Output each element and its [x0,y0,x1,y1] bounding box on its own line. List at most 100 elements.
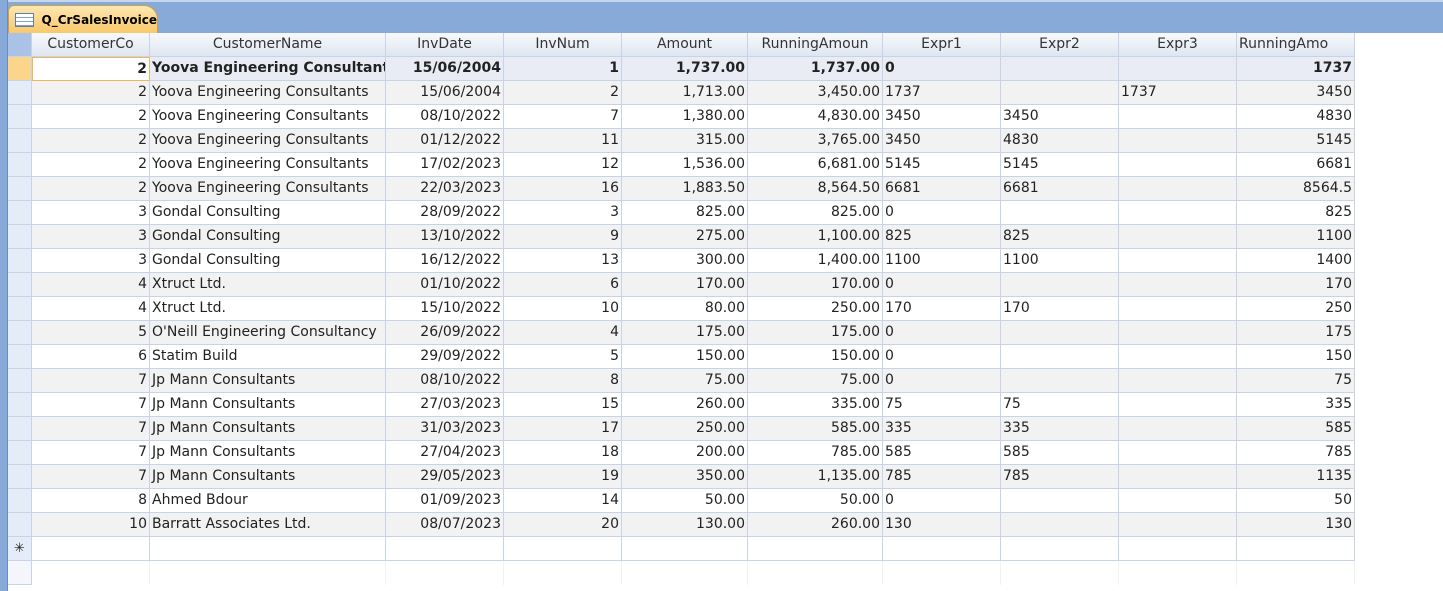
column-header-customer-name[interactable]: CustomerName [150,33,386,57]
cell-amount[interactable]: 350.00 [622,465,748,489]
cell-customer-code[interactable]: 4 [32,273,150,297]
cell-expr3[interactable] [1119,537,1237,561]
cell-running-amount[interactable]: 150.00 [748,345,883,369]
cell-customer-name[interactable]: Yoova Engineering Consultants [150,57,386,81]
cell-inv-date[interactable]: 08/10/2022 [386,369,504,393]
cell-customer-code[interactable]: 7 [32,393,150,417]
cell-customer-name[interactable]: Xtruct Ltd. [150,273,386,297]
cell-expr1[interactable]: 6681 [883,177,1001,201]
cell-customer-code[interactable]: 3 [32,225,150,249]
cell-customer-name[interactable]: Jp Mann Consultants [150,441,386,465]
cell-running-amount[interactable]: 1,737.00 [748,57,883,81]
cell-customer-name[interactable]: Jp Mann Consultants [150,393,386,417]
cell-inv-date[interactable]: 26/09/2022 [386,321,504,345]
column-header-running-amo[interactable]: RunningAmo [1237,33,1355,57]
cell-expr1[interactable]: 0 [883,57,1001,81]
cell-expr2[interactable] [1001,201,1119,225]
record-selector[interactable] [8,153,32,177]
cell-expr3[interactable] [1119,369,1237,393]
cell-inv-num[interactable]: 1 [504,57,622,81]
cell-customer-code[interactable]: 3 [32,201,150,225]
record-selector[interactable] [8,57,32,81]
cell-expr1[interactable]: 130 [883,513,1001,537]
cell-customer-code[interactable]: 2 [32,177,150,201]
cell-running-amo[interactable]: 4830 [1237,105,1355,129]
cell-expr2[interactable] [1001,369,1119,393]
cell-expr2[interactable] [1001,345,1119,369]
cell-customer-code[interactable]: 5 [32,321,150,345]
record-selector[interactable] [8,441,32,465]
cell-expr3[interactable] [1119,489,1237,513]
cell-customer-code[interactable]: 7 [32,441,150,465]
cell-customer-name[interactable]: Gondal Consulting [150,225,386,249]
cell-expr3[interactable] [1119,345,1237,369]
column-header-inv-num[interactable]: InvNum [504,33,622,57]
cell-expr2[interactable] [1001,81,1119,105]
cell-customer-name[interactable]: Yoova Engineering Consultants [150,153,386,177]
column-header-amount[interactable]: Amount [622,33,748,57]
cell-inv-date[interactable]: 29/09/2022 [386,345,504,369]
cell-customer-code[interactable]: 2 [32,81,150,105]
cell-amount[interactable]: 1,737.00 [622,57,748,81]
cell-expr2[interactable]: 1100 [1001,249,1119,273]
cell-inv-num[interactable]: 8 [504,369,622,393]
cell-running-amount[interactable]: 1,400.00 [748,249,883,273]
cell-amount[interactable]: 200.00 [622,441,748,465]
cell-inv-date[interactable]: 15/06/2004 [386,57,504,81]
cell-running-amo[interactable]: 6681 [1237,153,1355,177]
cell-customer-name[interactable]: Yoova Engineering Consultants [150,177,386,201]
cell-customer-code[interactable]: 8 [32,489,150,513]
cell-customer-code[interactable]: 6 [32,345,150,369]
column-header-expr3[interactable]: Expr3 [1119,33,1237,57]
cell-customer-code[interactable]: 2 [32,153,150,177]
cell-customer-code[interactable]: 3 [32,249,150,273]
cell-expr1[interactable]: 785 [883,465,1001,489]
cell-expr1[interactable]: 3450 [883,105,1001,129]
cell-running-amount[interactable]: 250.00 [748,297,883,321]
new-record-selector[interactable]: ✳ [8,537,32,561]
cell-expr3[interactable]: 1737 [1119,81,1237,105]
cell-expr2[interactable]: 3450 [1001,105,1119,129]
cell-running-amo[interactable]: 3450 [1237,81,1355,105]
cell-customer-name[interactable]: Barratt Associates Ltd. [150,513,386,537]
cell-expr2[interactable]: 4830 [1001,129,1119,153]
cell-expr3[interactable] [1119,225,1237,249]
cell-expr1[interactable]: 0 [883,273,1001,297]
cell-customer-code[interactable]: 2 [32,57,150,81]
cell-amount[interactable]: 315.00 [622,129,748,153]
cell-customer-code[interactable]: 2 [32,129,150,153]
cell-amount[interactable]: 1,536.00 [622,153,748,177]
cell-expr3[interactable] [1119,273,1237,297]
cell-inv-date[interactable]: 28/09/2022 [386,201,504,225]
cell-amount[interactable]: 130.00 [622,513,748,537]
cell-expr2[interactable] [1001,321,1119,345]
cell-running-amo[interactable]: 250 [1237,297,1355,321]
cell-expr3[interactable] [1119,297,1237,321]
cell-expr1[interactable]: 0 [883,345,1001,369]
cell-expr1[interactable] [883,537,1001,561]
record-selector[interactable] [8,273,32,297]
cell-expr1[interactable]: 1737 [883,81,1001,105]
cell-amount[interactable]: 150.00 [622,345,748,369]
cell-customer-name[interactable]: Yoova Engineering Consultants [150,129,386,153]
cell-expr2[interactable]: 585 [1001,441,1119,465]
cell-expr3[interactable] [1119,177,1237,201]
cell-amount[interactable]: 300.00 [622,249,748,273]
cell-running-amount[interactable]: 4,830.00 [748,105,883,129]
cell-running-amount[interactable]: 3,765.00 [748,129,883,153]
cell-running-amount[interactable]: 175.00 [748,321,883,345]
cell-customer-name[interactable]: Jp Mann Consultants [150,417,386,441]
cell-expr1[interactable]: 75 [883,393,1001,417]
cell-customer-code[interactable]: 7 [32,369,150,393]
cell-inv-date[interactable]: 27/04/2023 [386,441,504,465]
cell-customer-name[interactable]: Yoova Engineering Consultants [150,105,386,129]
cell-expr1[interactable]: 5145 [883,153,1001,177]
cell-customer-code[interactable]: 7 [32,465,150,489]
column-header-expr1[interactable]: Expr1 [883,33,1001,57]
cell-customer-name[interactable]: O'Neill Engineering Consultancy [150,321,386,345]
cell-expr2[interactable] [1001,513,1119,537]
cell-expr2[interactable]: 6681 [1001,177,1119,201]
cell-expr2[interactable]: 170 [1001,297,1119,321]
cell-running-amo[interactable] [1237,537,1355,561]
record-selector[interactable] [8,513,32,537]
